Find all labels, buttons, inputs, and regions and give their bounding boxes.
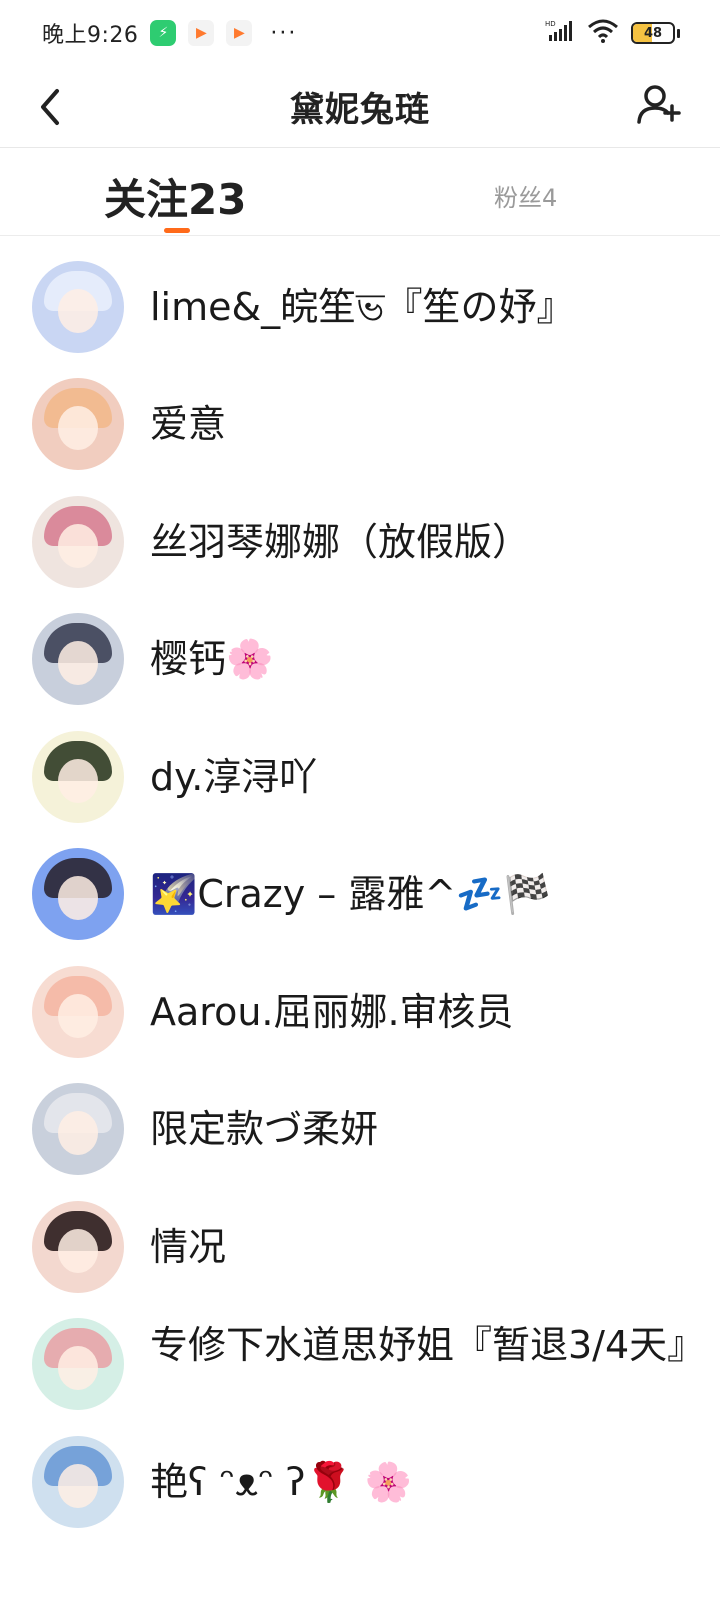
avatar-face	[58, 406, 98, 451]
list-item[interactable]: 限定款づ柔妍	[0, 1071, 720, 1189]
avatar-face	[58, 1346, 98, 1391]
list-item[interactable]: dy.淳浔吖	[0, 718, 720, 836]
avatar[interactable]	[32, 730, 124, 823]
avatar-face	[58, 1111, 98, 1156]
avatar-face	[58, 288, 98, 333]
tab-following[interactable]: 关注23	[104, 166, 246, 226]
avatar[interactable]	[32, 1318, 124, 1411]
battery-level: 48	[643, 25, 663, 41]
list-item[interactable]: 情况	[0, 1188, 720, 1306]
back-arrow-icon	[41, 89, 59, 125]
user-name: 丝羽琴娜娜（放假版）	[150, 519, 531, 564]
back-button[interactable]	[30, 82, 70, 132]
status-bar: 晚上9:26 ⚡ ▶ ▶ ··· HD 48	[0, 0, 720, 66]
avatar[interactable]	[32, 1083, 124, 1176]
user-name: dy.淳浔吖	[150, 754, 318, 799]
avatar-face	[58, 1228, 98, 1273]
user-name: Aarou.屈丽娜.审核员	[150, 989, 514, 1034]
avatar[interactable]	[32, 848, 124, 941]
add-user-icon	[637, 85, 681, 124]
battery-icon: 48	[631, 22, 675, 44]
avatar[interactable]	[32, 260, 124, 353]
status-time: 晚上9:26	[42, 23, 139, 48]
user-name: 爱意	[150, 402, 227, 447]
list-item[interactable]: 丝羽琴娜娜（放假版）	[0, 483, 720, 601]
list-item[interactable]: 爱意	[0, 366, 720, 484]
list-item[interactable]: lime&_皖笙ভ『笙の妤』	[0, 248, 720, 366]
avatar-face	[58, 1463, 98, 1508]
page-title: 黛妮兔琏	[290, 90, 430, 130]
tab-fans[interactable]: 粉丝4	[494, 178, 557, 213]
video-play-icon: ▶	[226, 20, 253, 46]
avatar[interactable]	[32, 378, 124, 471]
avatar[interactable]	[32, 495, 124, 588]
list-item[interactable]: 专修下水道思妤姐『暂退3/4天』	[0, 1306, 720, 1424]
user-name: 专修下水道思妤姐『暂退3/4天』	[150, 1324, 690, 1368]
active-tab-indicator	[164, 228, 190, 233]
signal-icon: HD	[545, 19, 575, 47]
list-item[interactable]: 艳ʕ ᵔᴥᵔ ʔ🌹 🌸	[0, 1423, 720, 1541]
video-play-icon: ▶	[188, 20, 215, 46]
avatar-face	[58, 523, 98, 568]
avatar-face	[58, 641, 98, 686]
wifi-icon	[587, 19, 619, 47]
follow-tabs: 关注23 粉丝4	[0, 148, 720, 236]
user-name: 樱钙🌸	[150, 637, 274, 682]
avatar[interactable]	[32, 1435, 124, 1528]
list-item[interactable]: 樱钙🌸	[0, 601, 720, 719]
avatar-face	[58, 993, 98, 1038]
more-notifications-icon: ···	[270, 20, 298, 46]
avatar[interactable]	[32, 1200, 124, 1293]
avatar-face	[58, 876, 98, 921]
list-item[interactable]: 🌠Crazy – 露雅^💤🏁	[0, 836, 720, 954]
status-indicators: HD 48	[545, 19, 680, 47]
avatar[interactable]	[32, 613, 124, 706]
green-app-icon: ⚡	[150, 20, 177, 46]
user-name: 情况	[150, 1224, 227, 1269]
top-app-bar: 黛妮兔琏	[0, 66, 720, 148]
user-name: lime&_皖笙ভ『笙の妤』	[150, 284, 575, 329]
network-type-label: HD	[545, 20, 556, 28]
add-friend-button[interactable]	[634, 80, 684, 130]
avatar-face	[58, 758, 98, 803]
list-item[interactable]: Aarou.屈丽娜.审核员	[0, 953, 720, 1071]
user-name: 艳ʕ ᵔᴥᵔ ʔ🌹 🌸	[150, 1459, 413, 1504]
avatar[interactable]	[32, 965, 124, 1058]
user-name: 🌠Crazy – 露雅^💤🏁	[150, 872, 551, 917]
battery-cap	[677, 28, 680, 38]
user-name: 限定款づ柔妍	[150, 1107, 379, 1152]
following-list: lime&_皖笙ভ『笙の妤』 爱意丝羽琴娜娜（放假版） 樱钙🌸 dy.淳浔吖 🌠Craz…	[0, 248, 720, 1541]
